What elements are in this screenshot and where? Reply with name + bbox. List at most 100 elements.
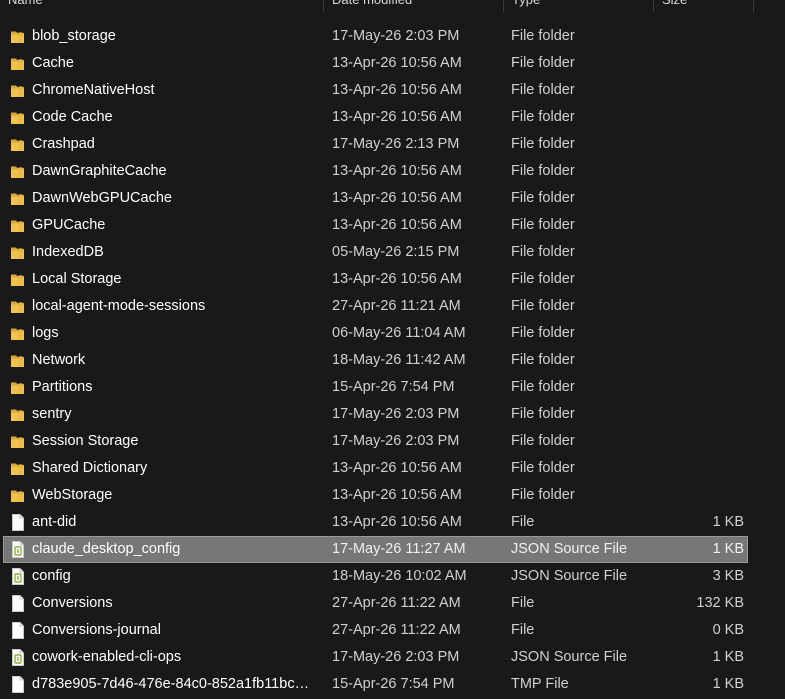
folder-icon [10, 136, 26, 153]
file-row[interactable]: IndexedDB 05-May-26 2:15 PM File folder [3, 239, 748, 266]
file-type: File folder [511, 217, 575, 233]
file-size: 1 KB [712, 676, 744, 692]
file-date-modified: 17-May-26 2:03 PM [332, 28, 460, 44]
file-row[interactable]: cowork-enabled-cli-ops 17-May-26 2:03 PM J… [3, 644, 748, 671]
file-size: 132 KB [696, 595, 744, 611]
folder-icon [10, 487, 26, 504]
file-type: JSON Source File [511, 541, 628, 557]
file-size [656, 132, 744, 157]
json-file-icon [10, 568, 26, 585]
file-size [656, 294, 744, 319]
folder-icon [10, 433, 26, 450]
file-date-modified: 27-Apr-26 11:22 AM [332, 595, 461, 611]
file-size: 3 KB [712, 568, 744, 584]
folder-icon [10, 163, 26, 180]
file-size [656, 429, 744, 454]
file-row[interactable]: ant-did 13-Apr-26 10:56 AM File 1 KB [3, 509, 748, 536]
file-name: Code Cache [32, 109, 113, 125]
file-date-modified: 27-Apr-26 11:22 AM [332, 622, 461, 638]
file-icon [10, 514, 26, 531]
folder-icon [10, 352, 26, 369]
file-date-modified: 13-Apr-26 10:56 AM [332, 271, 462, 287]
file-row[interactable]: Conversions 27-Apr-26 11:22 AM File 132 KB [3, 590, 748, 617]
file-type: File folder [511, 352, 575, 368]
file-type: File [511, 622, 535, 638]
file-row[interactable]: Code Cache 13-Apr-26 10:56 AM File folder [3, 104, 748, 131]
file-size [656, 78, 744, 103]
file-name: Network [32, 352, 86, 368]
file-row[interactable]: GPUCache 13-Apr-26 10:56 AM File folder [3, 212, 748, 239]
file-name: DawnWebGPUCache [32, 190, 172, 206]
file-date-modified: 05-May-26 2:15 PM [332, 244, 460, 260]
file-name: Session Storage [32, 433, 139, 449]
file-row[interactable]: Conversions-journal 27-Apr-26 11:22 AM Fil… [3, 617, 748, 644]
column-header-size[interactable]: Size [654, 0, 754, 12]
file-date-modified: 13-Apr-26 10:56 AM [332, 82, 462, 98]
file-row[interactable]: Partitions 15-Apr-26 7:54 PM File folder [3, 374, 748, 401]
folder-icon [10, 379, 26, 396]
file-type: File folder [511, 325, 575, 341]
file-type: File folder [511, 379, 575, 395]
file-name: claude_desktop_config [32, 541, 181, 557]
file-size: 1 KB [712, 649, 744, 665]
file-row[interactable]: DawnWebGPUCache 13-Apr-26 10:56 AM File fo… [3, 185, 748, 212]
column-header-date-modified[interactable]: Date modified [324, 0, 504, 12]
file-name: Crashpad [32, 136, 95, 152]
file-type: File folder [511, 136, 575, 152]
file-row[interactable]: sentry 17-May-26 2:03 PM File folder [3, 401, 748, 428]
folder-icon [10, 55, 26, 72]
file-name: d783e905-7d46-476e-84c0-852a1fb11bc… [32, 676, 310, 692]
file-type: File folder [511, 28, 575, 44]
file-date-modified: 13-Apr-26 10:56 AM [332, 109, 462, 125]
file-row[interactable]: Crashpad 17-May-26 2:13 PM File folder [3, 131, 748, 158]
file-date-modified: 15-Apr-26 7:54 PM [332, 676, 455, 692]
file-row[interactable]: Session Storage 17-May-26 2:03 PM File fol… [3, 428, 748, 455]
file-icon [10, 595, 26, 612]
file-row[interactable]: claude_desktop_config 17-May-26 11:27 AM J… [3, 536, 748, 563]
file-row[interactable]: WebStorage 13-Apr-26 10:56 AM File folder [3, 482, 748, 509]
file-type: File folder [511, 433, 575, 449]
folder-icon [10, 109, 26, 126]
file-row[interactable]: Shared Dictionary 13-Apr-26 10:56 AM File … [3, 455, 748, 482]
file-row[interactable]: DawnGraphiteCache 13-Apr-26 10:56 AM File … [3, 158, 748, 185]
file-row[interactable]: d783e905-7d46-476e-84c0-852a1fb11bc… 15-A… [3, 671, 748, 698]
file-size [656, 186, 744, 211]
file-type: File [511, 595, 535, 611]
file-icon [10, 622, 26, 639]
json-file-icon [10, 649, 26, 666]
file-date-modified: 13-Apr-26 10:56 AM [332, 190, 462, 206]
folder-icon [10, 271, 26, 288]
file-name: ant-did [32, 514, 77, 530]
file-row[interactable]: logs 06-May-26 11:04 AM File folder [3, 320, 748, 347]
file-name: Partitions [32, 379, 93, 395]
file-row[interactable]: blob_storage 17-May-26 2:03 PM File folder [3, 23, 748, 50]
file-type: File folder [511, 460, 575, 476]
file-row[interactable]: ChromeNativeHost 13-Apr-26 10:56 AM File f… [3, 77, 748, 104]
file-row[interactable]: Network 18-May-26 11:42 AM File folder [3, 347, 748, 374]
column-header-name[interactable]: Name [0, 0, 324, 12]
file-row[interactable]: config 18-May-26 10:02 AM JSON Source File… [3, 563, 748, 590]
file-name: local-agent-mode-sessions [32, 298, 206, 314]
file-row[interactable]: local-agent-mode-sessions 27-Apr-26 11:21… [3, 293, 748, 320]
file-name: DawnGraphiteCache [32, 163, 167, 179]
file-row[interactable]: Local Storage 13-Apr-26 10:56 AM File fold… [3, 266, 748, 293]
file-type: File folder [511, 244, 575, 260]
file-type: TMP File [511, 676, 569, 692]
file-date-modified: 06-May-26 11:04 AM [332, 325, 466, 341]
file-type: JSON Source File [511, 568, 628, 584]
folder-icon [10, 217, 26, 234]
file-date-modified: 27-Apr-26 11:21 AM [332, 298, 461, 314]
file-date-modified: 18-May-26 10:02 AM [332, 568, 467, 584]
file-row[interactable]: Cache 13-Apr-26 10:56 AM File folder [3, 50, 748, 77]
file-type: File folder [511, 298, 575, 314]
file-date-modified: 13-Apr-26 10:56 AM [332, 55, 462, 71]
column-header-bar: Name Date modified Type Size [0, 0, 785, 12]
folder-icon [10, 82, 26, 99]
file-type: File folder [511, 487, 575, 503]
file-name: Local Storage [32, 271, 122, 287]
file-size [656, 105, 744, 130]
file-name: Conversions-journal [32, 622, 161, 638]
column-header-type[interactable]: Type [504, 0, 654, 12]
file-type: File folder [511, 406, 575, 422]
file-name: Shared Dictionary [32, 460, 148, 476]
